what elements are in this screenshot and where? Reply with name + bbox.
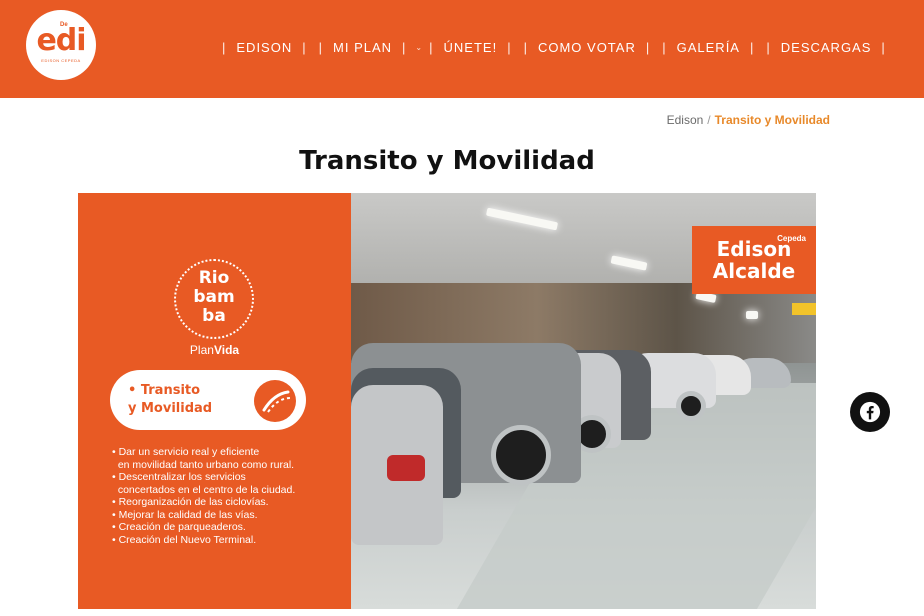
brand-name: Edison Alcalde <box>692 238 816 282</box>
facebook-glyph <box>859 401 881 423</box>
nav-label: ÚNETE! <box>443 39 498 55</box>
topic-pill-label: • Transito y Movilidad <box>128 382 212 418</box>
list-item: • Descentralizar los servicios <box>112 471 246 483</box>
topic-pill-line1: • Transito <box>128 383 201 398</box>
site-header: De edi EDISON CEPEDA | EDISON | | MI PLA… <box>0 0 924 98</box>
banner-image: Rio bam ba PlanVida • Transito y Movilid… <box>78 193 816 609</box>
plan-vida-label: PlanVida <box>78 343 351 357</box>
topic-pill-line2: y Movilidad <box>128 401 213 416</box>
plan-bold: Vida <box>213 343 240 357</box>
nav-item-edison[interactable]: EDISON <box>232 40 296 55</box>
list-item: • Mejorar la calidad de las vías. <box>112 508 258 521</box>
nav-label: MI PLAN <box>333 39 393 55</box>
plan-prefix: Plan <box>189 343 214 357</box>
facebook-icon[interactable] <box>850 392 890 432</box>
nav-item-como-votar[interactable]: COMO VOTAR <box>534 40 640 55</box>
riobamba-badge: Rio bam ba <box>174 259 254 339</box>
nav-item-unete[interactable]: ÚNETE! <box>440 40 502 55</box>
logo-sub-text: EDISON CEPEDA <box>41 58 81 63</box>
banner-left-panel: Rio bam ba PlanVida • Transito y Movilid… <box>78 193 351 609</box>
breadcrumb-home-link[interactable]: Edison <box>667 113 704 127</box>
riobamba-text: Rio bam ba <box>193 268 235 326</box>
main-nav: | EDISON | | MI PLAN | ⌄ | ÚNETE! | | COM… <box>222 39 886 55</box>
list-item: • Reorganización de las ciclovías. <box>112 496 269 508</box>
plan-bullets: • Dar un servicio real y eficiente en mo… <box>112 446 295 546</box>
nav-label: DESCARGAS <box>780 39 872 55</box>
brand-name-line2: Alcalde <box>712 259 796 283</box>
page-title: Transito y Movilidad <box>299 146 595 176</box>
road-icon <box>254 380 296 422</box>
nav-item-galeria[interactable]: GALERÍA <box>673 40 744 55</box>
brand-tag: Cepeda Edison Alcalde <box>692 226 816 294</box>
nav-label: GALERÍA <box>676 39 740 55</box>
breadcrumb-separator: / <box>707 113 711 127</box>
nav-item-mi-plan[interactable]: MI PLAN <box>329 40 396 55</box>
list-item: • Dar un servicio real y eficiente <box>112 446 260 458</box>
nav-label: EDISON <box>236 39 293 55</box>
list-item: • Creación del Nuevo Terminal. <box>112 533 257 546</box>
exit-sign <box>792 303 816 315</box>
list-item: concertados en el centro de la ciudad. <box>112 483 296 496</box>
breadcrumb: Edison / Transito y Movilidad <box>667 113 830 127</box>
topic-pill: • Transito y Movilidad <box>110 370 306 430</box>
list-item: • Creación de parqueaderos. <box>112 521 246 533</box>
list-item: en movilidad tanto urbano como rural. <box>112 458 295 471</box>
parking-photo: Cepeda Edison Alcalde <box>351 193 816 609</box>
nav-label: COMO VOTAR <box>537 39 636 55</box>
brand-name-line1: Edison <box>716 237 792 261</box>
breadcrumb-current: Transito y Movilidad <box>714 113 830 127</box>
nav-item-descargas[interactable]: DESCARGAS <box>777 40 876 55</box>
chevron-down-icon[interactable]: ⌄ <box>415 43 423 52</box>
logo-main-text: edi <box>36 23 86 58</box>
site-logo[interactable]: De edi EDISON CEPEDA <box>26 10 96 80</box>
